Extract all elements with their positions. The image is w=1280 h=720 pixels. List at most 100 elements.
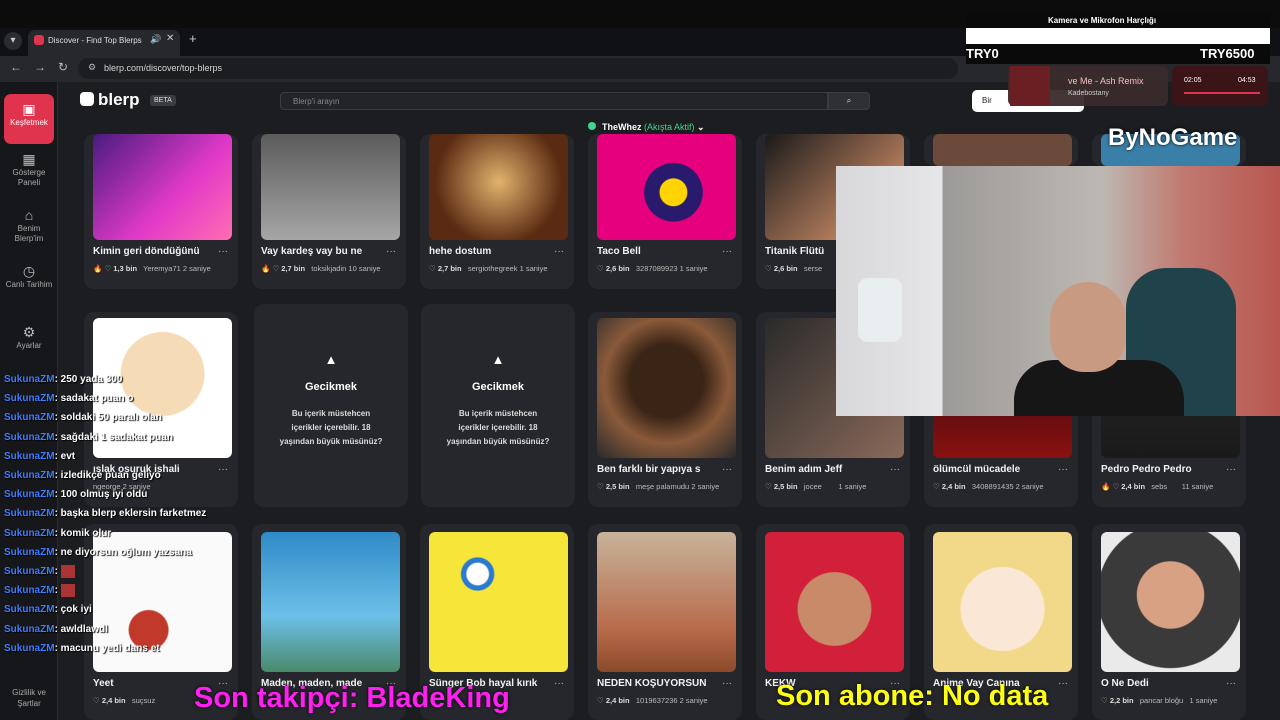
sidebar-item-live-history[interactable]: ◷ Canlı Tarihim <box>4 264 54 290</box>
sidebar-item-settings[interactable]: ⚙ Ayarlar <box>4 324 54 351</box>
chat-username: SukunaZM <box>4 623 55 635</box>
chat-text: : awldlawdl <box>54 623 108 635</box>
chat-text: : sağdaki 1 sadakat puan <box>54 431 173 443</box>
author: sebs <box>1151 482 1168 491</box>
blerp-favicon-icon <box>34 35 44 45</box>
chat-text: : 100 olmuş iyi oldu <box>54 489 148 501</box>
more-options-icon[interactable]: ··· <box>1226 678 1236 689</box>
author: 1019637236 <box>635 696 678 705</box>
more-options-icon[interactable]: ··· <box>218 246 228 257</box>
more-options-icon[interactable]: ··· <box>386 246 396 257</box>
duration: 2 saniye <box>691 482 720 491</box>
blerp-card[interactable]: hehe dostum ··· ♡ 2,7 bin sergiothegreek… <box>420 134 574 289</box>
chat-message: SukunaZM: izledikçe puan geliyo <box>4 466 234 485</box>
warning-title: Gecikmek <box>305 381 357 393</box>
blerp-card[interactable]: Ben farklı bir yapıya s ··· ♡ 2,5 bin me… <box>588 312 742 507</box>
site-info-icon[interactable]: ⚙ <box>88 62 96 73</box>
more-options-icon[interactable]: ··· <box>1058 678 1068 689</box>
blerp-card[interactable]: Vay kardeş vay bu ne ··· 🔥 ♡ 2,7 bin tok… <box>252 134 406 289</box>
chat-message: SukunaZM: 250 yada 300 <box>4 370 234 389</box>
more-options-icon[interactable]: ··· <box>1058 464 1068 475</box>
heart-icon[interactable]: ♡ <box>597 482 604 491</box>
heart-icon[interactable]: ♡ <box>93 696 100 705</box>
like-count: 2,7 bin <box>437 264 462 273</box>
sidebar-item-label: Canlı Tarihim <box>5 280 53 289</box>
card-title: Benim adım Jeff <box>765 464 843 475</box>
more-options-icon[interactable]: ··· <box>890 464 900 475</box>
chat-message: SukunaZM: soldaki 50 paralı olan <box>4 408 234 427</box>
warning-text: Bu içerik müstehcen içerikler içerebilir… <box>446 409 550 446</box>
brand-logo[interactable]: blerp <box>98 90 140 110</box>
chat-text: : macunu yedi dans et <box>54 642 160 654</box>
card-title: Ben farklı bir yapıya s <box>597 464 701 475</box>
card-title: O Ne Dedi <box>1101 678 1149 689</box>
streamer-status[interactable]: TheWhez (Akışta Aktif) ⌄ <box>588 122 705 133</box>
more-options-icon[interactable]: ··· <box>722 464 732 475</box>
blerp-card[interactable]: Taco Bell ··· ♡ 2,6 bin 3287089923 1 san… <box>588 134 742 289</box>
reload-icon[interactable]: ↻ <box>58 60 68 74</box>
tab-search-button[interactable]: ▾ <box>4 32 22 50</box>
heart-icon[interactable]: ♡ <box>272 264 279 273</box>
chat-message: SukunaZM: <box>4 562 234 581</box>
blerp-card[interactable]: Kimin geri döndüğünü ··· 🔥 ♡ 1,3 bin Yer… <box>84 134 238 289</box>
back-icon[interactable]: ← <box>10 60 22 74</box>
heart-icon[interactable]: ♡ <box>429 264 436 273</box>
card-thumbnail <box>93 134 232 240</box>
card-thumbnail <box>261 532 400 672</box>
chat-text: : izledikçe puan geliyo <box>54 470 161 482</box>
audio-playing-icon[interactable]: 🔊 <box>150 34 161 45</box>
heart-icon[interactable]: ♡ <box>104 264 111 273</box>
sidebar-item-discover[interactable]: ▣ Keşfetmek <box>4 94 54 144</box>
card-title: NEDEN KOŞUYORSUN <box>597 678 707 689</box>
duration: 1 saniye <box>679 264 708 273</box>
blerp-card[interactable]: NEDEN KOŞUYORSUN ··· ♡ 2,4 bin 101963723… <box>588 524 742 720</box>
heart-icon[interactable]: ♡ <box>597 696 604 705</box>
chat-text: : ne diyorsun oğlum yazsana <box>54 546 192 558</box>
last-subscriber-text: Son abone: No data <box>776 680 1049 712</box>
more-options-icon[interactable]: ··· <box>1226 464 1236 475</box>
heart-icon[interactable]: ♡ <box>1112 482 1119 491</box>
new-tab-icon[interactable]: + <box>189 31 197 46</box>
like-count: 2,4 bin <box>1121 482 1146 491</box>
heart-icon[interactable]: ♡ <box>765 264 772 273</box>
nsfw-warning-card[interactable]: ▲ Gecikmek Bu içerik müstehcen içerikler… <box>421 304 575 507</box>
privacy-terms-link[interactable]: Gizlilik ve Şartlar <box>4 687 54 709</box>
search-button[interactable]: ⌕ <box>828 92 870 110</box>
card-meta: ♡ 2,5 bin jocee 1 saniye <box>765 482 905 491</box>
card-thumbnail <box>261 134 400 240</box>
chevron-down-icon: ⌄ <box>697 122 705 132</box>
sidebar-item-label: Benim Blerp'im <box>14 224 44 243</box>
more-options-icon[interactable]: ··· <box>554 246 564 257</box>
more-options-icon[interactable]: ··· <box>722 678 732 689</box>
chat-text: : <box>54 566 58 578</box>
chat-message: SukunaZM: başka blerp eklersin farketmez <box>4 504 234 523</box>
heart-icon[interactable]: ♡ <box>1101 696 1108 705</box>
chat-username: SukunaZM <box>4 566 55 578</box>
heart-icon[interactable]: ♡ <box>597 264 604 273</box>
emote-icon <box>60 564 75 578</box>
forward-icon[interactable]: → <box>34 60 46 74</box>
sidebar-item-my-blerp[interactable]: ⌂ Benim Blerp'im <box>4 208 54 244</box>
fire-icon: 🔥 <box>1101 482 1111 491</box>
heart-icon[interactable]: ♡ <box>933 482 940 491</box>
nsfw-warning-card[interactable]: ▲ Gecikmek Bu içerik müstehcen içerikler… <box>254 304 408 507</box>
duration: 1 saniye <box>838 482 867 491</box>
card-thumbnail <box>765 532 904 672</box>
sidebar-item-dashboard[interactable]: ▦ Gösterge Paneli <box>4 152 54 188</box>
blerp-card[interactable] <box>924 134 1078 166</box>
more-options-icon[interactable]: ··· <box>554 678 564 689</box>
chat-username: SukunaZM <box>4 470 55 482</box>
chat-username: SukunaZM <box>4 393 55 405</box>
heart-icon[interactable]: ♡ <box>765 482 772 491</box>
sidebar-item-label: Keşfetmek <box>10 118 48 127</box>
song-progress-widget <box>1172 66 1268 106</box>
tab-close-icon[interactable]: ✕ <box>166 33 174 44</box>
like-count: 2,6 bin <box>773 264 798 273</box>
chat-overlay: SukunaZM: 250 yada 300 SukunaZM: sadakat… <box>4 370 234 658</box>
search-input[interactable]: Blerp'i arayın <box>280 92 828 110</box>
chat-message: SukunaZM: sadakat puan o <box>4 389 234 408</box>
chat-username: SukunaZM <box>4 642 55 654</box>
more-options-icon[interactable]: ··· <box>722 246 732 257</box>
blerp-card[interactable]: O Ne Dedi ··· ♡ 2,2 bin pancar bloğu 1 s… <box>1092 524 1246 720</box>
gear-icon: ⚙ <box>22 324 36 340</box>
